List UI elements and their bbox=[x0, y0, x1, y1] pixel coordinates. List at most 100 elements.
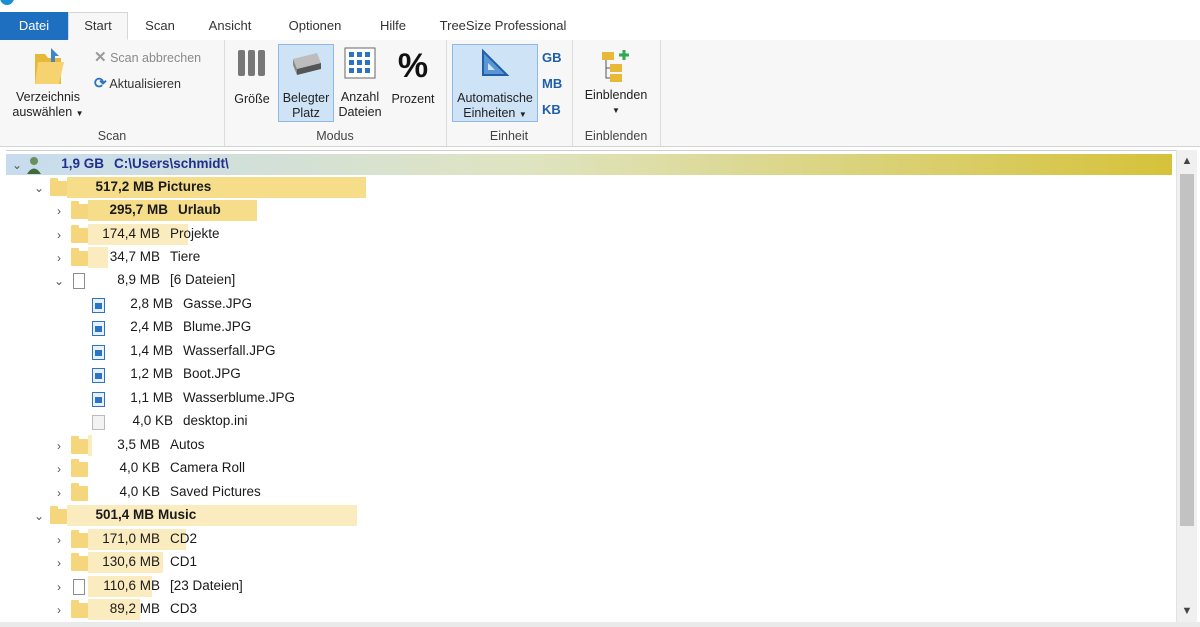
unit-mb-button[interactable]: MB bbox=[542, 76, 562, 91]
tree-row-cd1[interactable]: › 130,6 MB CD1 bbox=[6, 552, 1176, 575]
folder-icon bbox=[71, 459, 88, 477]
percent-mode-button[interactable]: % Prozent bbox=[386, 46, 440, 122]
item-size: 501,4 MB bbox=[95, 507, 154, 522]
item-name: Tiere bbox=[170, 249, 201, 264]
dropdown-arrow-icon: ▼ bbox=[75, 109, 84, 118]
unit-kb-button[interactable]: KB bbox=[542, 102, 561, 117]
chevron-right-icon[interactable]: › bbox=[52, 462, 66, 476]
file-count-mode-button[interactable]: Anzahl Dateien bbox=[336, 46, 384, 122]
ribbon-group-mode: Größe Belegter Platz Anzahl Dateien % Pr… bbox=[224, 40, 447, 146]
chevron-right-icon[interactable]: › bbox=[52, 556, 66, 570]
folder-open-icon bbox=[35, 48, 64, 84]
abort-scan-button[interactable]: ✕ Scan abbrechen bbox=[94, 48, 201, 68]
item-name: Projekte bbox=[170, 226, 220, 241]
tree-row-saved-pictures[interactable]: › 4,0 KB Saved Pictures bbox=[6, 482, 1176, 505]
tab-start[interactable]: Start bbox=[68, 12, 128, 40]
item-size: 110,6 MB bbox=[103, 578, 160, 593]
vertical-scrollbar[interactable]: ▲ ▼ bbox=[1176, 150, 1197, 622]
show-button[interactable]: Einblenden ▼ bbox=[576, 46, 656, 122]
chevron-down-icon[interactable]: ⌄ bbox=[52, 274, 66, 288]
chevron-right-icon[interactable]: › bbox=[52, 228, 66, 242]
ribbon-group-show: Einblenden ▼ Einblenden bbox=[572, 40, 661, 146]
tree-row-pictures[interactable]: ⌄ 517,2 MB Pictures bbox=[6, 177, 1176, 200]
item-name: Urlaub bbox=[178, 202, 221, 217]
chevron-right-icon[interactable]: › bbox=[52, 439, 66, 453]
tree-row-file[interactable]: 1,2 MB Boot.JPG bbox=[6, 364, 1176, 387]
tree-row-cd3[interactable]: › 89,2 MB CD3 bbox=[6, 599, 1176, 622]
unit-gb-button[interactable]: GB bbox=[542, 50, 562, 65]
choose-directory-button[interactable]: Verzeichnis auswählen ▼ bbox=[6, 44, 90, 124]
tree-expand-icon bbox=[602, 50, 629, 82]
used-space-mode-button[interactable]: Belegter Platz bbox=[278, 44, 334, 122]
item-name: Gasse.JPG bbox=[183, 296, 253, 311]
tree-row-file[interactable]: 4,0 KB desktop.ini bbox=[6, 411, 1176, 434]
folder-icon bbox=[71, 225, 88, 243]
ribbon-tab-bar: Datei Start Scan Ansicht Optionen Hilfe … bbox=[0, 12, 1200, 41]
tree-row-music[interactable]: ⌄ 501,4 MB Music bbox=[6, 505, 1176, 528]
folder-icon bbox=[71, 248, 88, 266]
item-size: 171,0 MB bbox=[102, 531, 160, 546]
tab-datei[interactable]: Datei bbox=[0, 12, 68, 40]
tab-hilfe[interactable]: Hilfe bbox=[368, 12, 418, 40]
percent-label: Prozent bbox=[391, 92, 435, 106]
ruler-triangle-icon bbox=[482, 48, 510, 76]
tab-ansicht[interactable]: Ansicht bbox=[198, 12, 262, 40]
tree-row-urlaub[interactable]: › 295,7 MB Urlaub bbox=[6, 200, 1176, 223]
tree-row-autos[interactable]: › 3,5 MB Autos bbox=[6, 435, 1176, 458]
tree-row-camera-roll[interactable]: › 4,0 KB Camera Roll bbox=[6, 458, 1176, 481]
tree-row-cd2[interactable]: › 171,0 MB CD2 bbox=[6, 529, 1176, 552]
scroll-up-icon[interactable]: ▲ bbox=[1177, 152, 1197, 170]
chevron-right-icon[interactable]: › bbox=[52, 486, 66, 500]
chevron-right-icon[interactable]: › bbox=[52, 603, 66, 617]
item-name: Autos bbox=[170, 437, 205, 452]
root-size: 1,9 GB bbox=[61, 156, 104, 171]
item-size: 34,7 MB bbox=[109, 249, 160, 264]
tree-root-row[interactable]: ⌄ 1,9 GB C:\Users\schmidt\ bbox=[6, 154, 1176, 177]
tree-row-files-group[interactable]: ⌄ 8,9 MB [6 Dateien] bbox=[6, 270, 1176, 293]
tab-scan[interactable]: Scan bbox=[134, 12, 186, 40]
size-mode-button[interactable]: Größe bbox=[230, 46, 274, 122]
automatic-units-button[interactable]: Automatische Einheiten ▼ bbox=[452, 44, 538, 122]
used-space-label-2: Platz bbox=[292, 106, 320, 120]
chevron-right-icon[interactable]: › bbox=[52, 580, 66, 594]
dropdown-arrow-icon: ▼ bbox=[612, 106, 620, 115]
hard-drive-icon bbox=[293, 53, 321, 75]
tab-optionen[interactable]: Optionen bbox=[278, 12, 352, 40]
chevron-right-icon[interactable]: › bbox=[52, 251, 66, 265]
file-count-label-2: Dateien bbox=[338, 105, 382, 119]
image-file-icon bbox=[92, 298, 105, 313]
chevron-down-icon[interactable]: ⌄ bbox=[10, 158, 24, 172]
ribbon-group-unit-label: Einheit bbox=[489, 129, 529, 143]
item-name: Music bbox=[158, 507, 197, 522]
item-name: Camera Roll bbox=[170, 460, 246, 475]
chevron-right-icon[interactable]: › bbox=[52, 204, 66, 218]
tree-row-projekte[interactable]: › 174,4 MB Projekte bbox=[6, 224, 1176, 247]
folder-icon bbox=[71, 553, 88, 571]
directory-tree[interactable]: ⌄ 1,9 GB C:\Users\schmidt\ ⌄ 517,2 MB Pi… bbox=[6, 150, 1176, 623]
folder-icon bbox=[71, 530, 88, 548]
document-icon bbox=[73, 273, 85, 289]
item-size: 3,5 MB bbox=[117, 437, 160, 452]
tree-row-file[interactable]: 1,1 MB Wasserblume.JPG bbox=[6, 388, 1176, 411]
chevron-down-icon[interactable]: ⌄ bbox=[32, 181, 46, 195]
chevron-right-icon[interactable]: › bbox=[52, 533, 66, 547]
tree-row-file[interactable]: 2,8 MB Gasse.JPG bbox=[6, 294, 1176, 317]
item-size: 4,0 KB bbox=[119, 460, 160, 475]
tree-row-file[interactable]: 2,4 MB Blume.JPG bbox=[6, 317, 1176, 340]
scroll-down-icon[interactable]: ▼ bbox=[1177, 602, 1197, 620]
refresh-button[interactable]: ⟳ Aktualisieren bbox=[94, 74, 181, 94]
dropdown-arrow-icon: ▼ bbox=[518, 110, 527, 119]
chevron-down-icon[interactable]: ⌄ bbox=[32, 509, 46, 523]
show-label: Einblenden bbox=[584, 88, 648, 102]
ribbon-group-scan: Verzeichnis auswählen ▼ ✕ Scan abbrechen… bbox=[0, 40, 225, 146]
tree-row-file[interactable]: 1,4 MB Wasserfall.JPG bbox=[6, 341, 1176, 364]
tree-row-tiere[interactable]: › 34,7 MB Tiere bbox=[6, 247, 1176, 270]
item-size: 1,1 MB bbox=[130, 390, 173, 405]
choose-directory-label: Verzeichnis bbox=[16, 90, 80, 104]
tab-treesize-professional[interactable]: TreeSize Professional bbox=[430, 12, 576, 40]
tree-row-files-group[interactable]: › 110,6 MB [23 Dateien] bbox=[6, 576, 1176, 599]
scroll-thumb[interactable] bbox=[1180, 174, 1194, 526]
image-file-icon bbox=[92, 321, 105, 336]
image-file-icon bbox=[92, 392, 105, 407]
item-name: Wasserblume.JPG bbox=[183, 390, 296, 405]
